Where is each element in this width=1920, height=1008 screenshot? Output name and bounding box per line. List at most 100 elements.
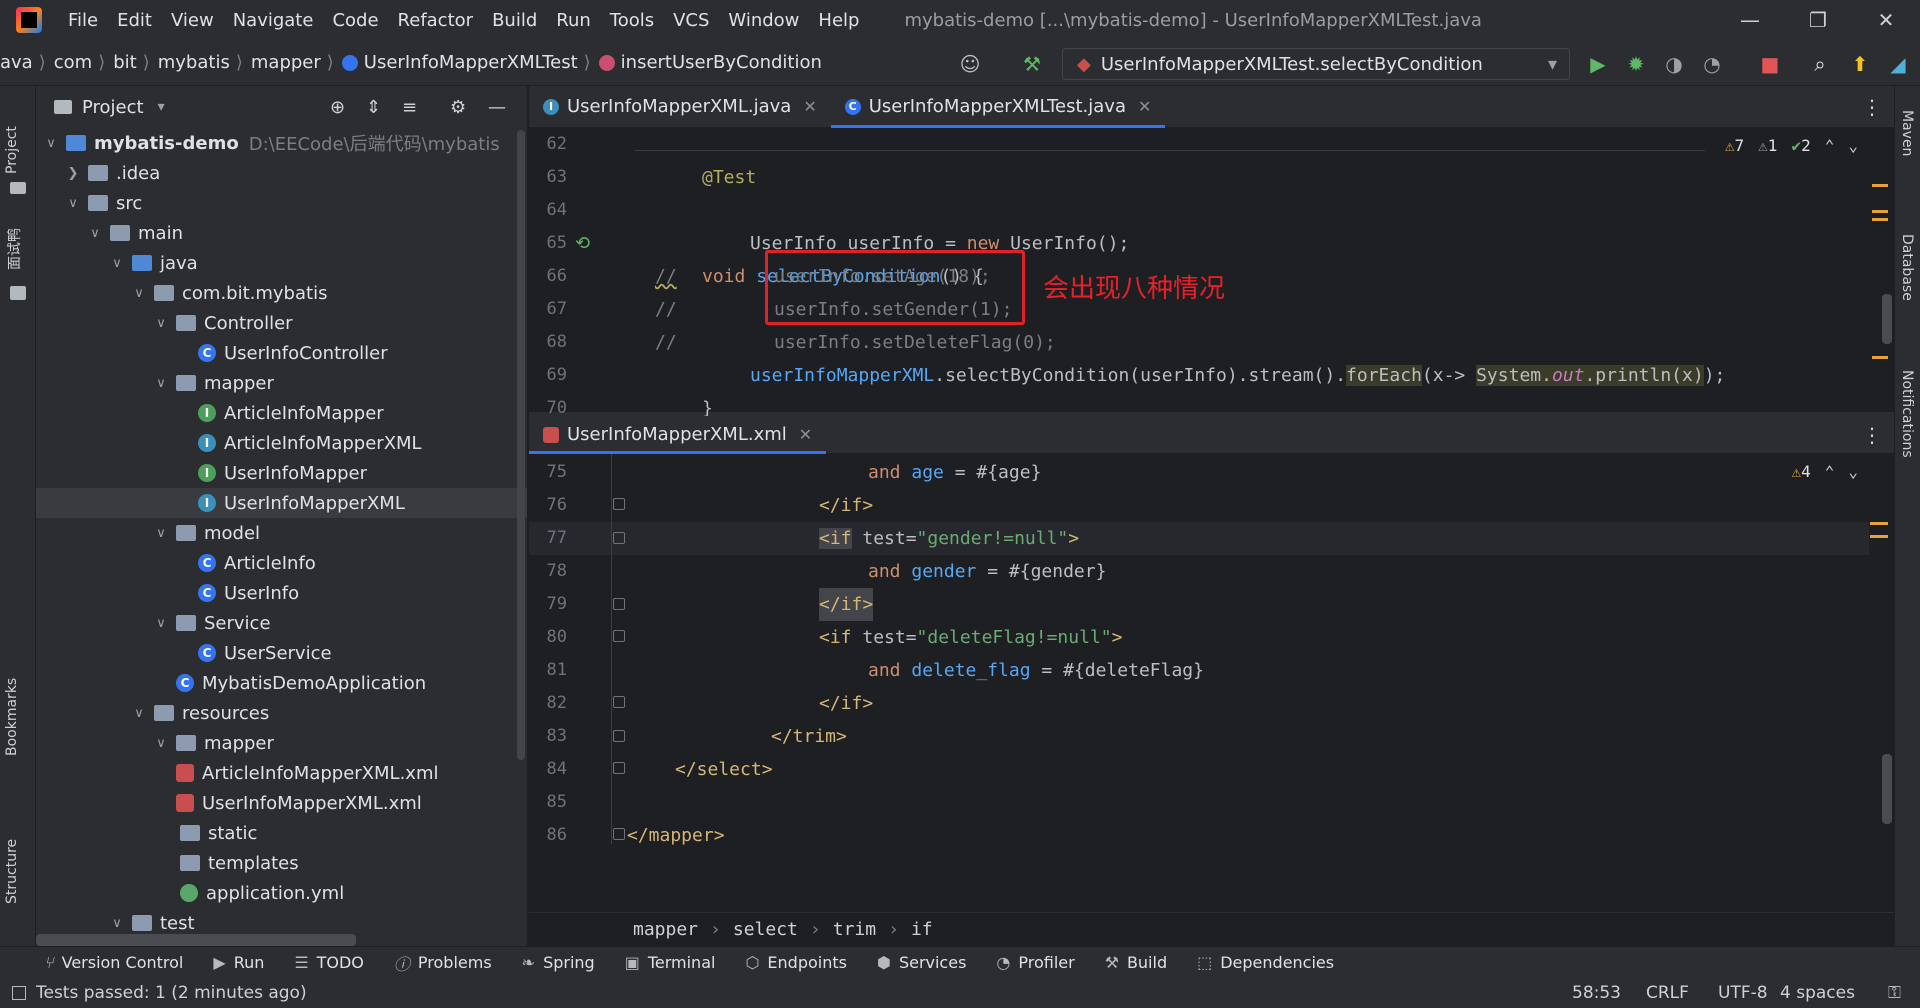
editor-scrollbar[interactable] [1882, 294, 1892, 344]
tree-item[interactable]: ∨ java [36, 248, 527, 278]
chevron-down-icon[interactable]: ∨ [64, 196, 82, 211]
chevron-down-icon[interactable]: ∨ [152, 316, 170, 331]
menu-vcs[interactable]: VCS [673, 10, 709, 31]
status-message[interactable]: Tests passed: 1 (2 minutes ago) [36, 983, 307, 1003]
chevron-down-icon[interactable]: ∨ [152, 736, 170, 751]
fold-icon[interactable] [613, 630, 625, 642]
tree-item[interactable]: static [36, 818, 527, 848]
menu-navigate[interactable]: Navigate [233, 10, 314, 31]
database-tool-tab[interactable]: Database [1899, 234, 1915, 301]
tree-item[interactable]: ❯ .idea [36, 158, 527, 188]
close-icon[interactable]: ✕ [799, 425, 812, 444]
chevron-down-icon[interactable]: ▾ [158, 99, 165, 115]
tree-item[interactable]: I ArticleInfoMapper [36, 398, 527, 428]
tree-item[interactable]: ∨ mapper [36, 728, 527, 758]
chevron-down-icon[interactable]: ∨ [86, 226, 104, 241]
fold-icon[interactable] [613, 498, 625, 510]
run-icon[interactable]: ▶ [1584, 50, 1612, 78]
chevron-down-icon[interactable]: ∨ [42, 136, 60, 151]
stop-icon[interactable]: ■ [1756, 50, 1784, 78]
file-encoding[interactable]: UTF-8 [1718, 983, 1768, 1003]
breadcrumb-item[interactable]: trim [833, 919, 876, 940]
fold-icon[interactable] [613, 762, 625, 774]
tree-item[interactable]: UserInfoMapperXML.xml [36, 788, 527, 818]
chevron-down-icon[interactable]: ∨ [130, 706, 148, 721]
tool-spring[interactable]: ❧ Spring [522, 953, 595, 972]
tab-userinfomapperxml-xml[interactable]: UserInfoMapperXML.xml ✕ [529, 416, 827, 454]
horizontal-scrollbar[interactable] [36, 934, 356, 946]
menu-file[interactable]: File [68, 10, 98, 31]
tool-endpoints[interactable]: ⬡ Endpoints [745, 953, 847, 972]
collapse-all-icon[interactable]: ≡ [402, 97, 417, 118]
code-editor-xml[interactable]: ⚠4 ⌃ ⌄ 75 and age = #{age} 76 </if> 77 <if … [529, 454, 1894, 900]
fold-icon[interactable] [613, 696, 625, 708]
restore-icon[interactable]: ❐ [1784, 0, 1852, 40]
menu-run[interactable]: Run [556, 10, 591, 31]
maven-tool-tab[interactable]: Maven [1899, 110, 1915, 156]
tool-terminal[interactable]: ▣ Terminal [625, 953, 716, 972]
caret-position[interactable]: 58:53 [1572, 983, 1621, 1003]
tool-problems[interactable]: ⓘ Problems [394, 951, 492, 975]
breadcrumb-item[interactable]: mapper [633, 919, 698, 940]
coverage-icon[interactable]: ◑ [1660, 50, 1688, 78]
update-icon[interactable]: ⬆ [1846, 50, 1874, 78]
line-separator[interactable]: CRLF [1646, 983, 1689, 1003]
tool-todo[interactable]: ☰ TODO [294, 953, 364, 972]
menu-refactor[interactable]: Refactor [398, 10, 474, 31]
build-hammer-icon[interactable]: ⚒ [1018, 50, 1046, 78]
more-options-icon[interactable]: ⋮ [1862, 95, 1882, 119]
vertical-scrollbar[interactable] [517, 130, 525, 760]
menu-code[interactable]: Code [332, 10, 378, 31]
tree-item[interactable]: ArticleInfoMapperXML.xml [36, 758, 527, 788]
menu-tools[interactable]: Tools [610, 10, 654, 31]
tree-item[interactable]: ∨ com.bit.mybatis [36, 278, 527, 308]
chevron-down-icon[interactable]: ∨ [130, 286, 148, 301]
tree-item[interactable]: ∨ Service [36, 608, 527, 638]
chevron-down-icon[interactable]: ∨ [152, 376, 170, 391]
nav-crumb-method[interactable]: insertUserByCondition [621, 52, 822, 73]
menu-view[interactable]: View [171, 10, 214, 31]
tree-item[interactable]: C UserInfoController [36, 338, 527, 368]
project-tool-tab[interactable]: Project [4, 126, 20, 174]
tree-item[interactable]: C UserService [36, 638, 527, 668]
tool-version-control[interactable]: ⑂ Version Control [44, 953, 183, 972]
close-icon[interactable]: ✕ [1852, 0, 1920, 40]
debug-icon[interactable]: ✹ [1622, 50, 1650, 78]
tab-userinfomapperxmltest-java[interactable]: C UserInfoMapperXMLTest.java ✕ [830, 86, 1166, 128]
user-icon[interactable]: ☺ [956, 50, 984, 78]
indent-setting[interactable]: 4 spaces [1780, 983, 1855, 1003]
tree-item[interactable]: ∨ resources [36, 698, 527, 728]
tree-item[interactable]: ∨ Controller [36, 308, 527, 338]
tab-userinfomapperxml-java[interactable]: I UserInfoMapperXML.java ✕ [529, 86, 831, 128]
tree-item[interactable]: C MybatisDemoApplication [36, 668, 527, 698]
nav-crumb[interactable]: com [54, 52, 92, 73]
lock-icon[interactable]: ⚿ [1888, 983, 1901, 1003]
nav-crumb[interactable]: bit [113, 52, 136, 73]
profile-icon[interactable]: ◔ [1698, 50, 1726, 78]
fold-icon[interactable] [613, 532, 625, 544]
expand-all-icon[interactable]: ⇕ [366, 97, 381, 118]
menu-window[interactable]: Window [728, 10, 799, 31]
tree-item-selected[interactable]: I UserInfoMapperXML [36, 488, 527, 518]
jetbrains-icon[interactable]: ◢ [1884, 50, 1912, 78]
gear-icon[interactable]: ⚙ [450, 97, 466, 118]
toggle-tool-windows-icon[interactable] [12, 986, 26, 1000]
tree-item[interactable]: templates [36, 848, 527, 878]
structure-tool-tab[interactable]: Structure [4, 839, 20, 904]
tool-run[interactable]: ▶ Run [213, 953, 264, 972]
tree-item[interactable]: C UserInfo [36, 578, 527, 608]
chevron-down-icon[interactable]: ∨ [152, 526, 170, 541]
minimize-icon[interactable]: — [1716, 0, 1784, 40]
nav-crumb[interactable]: mybatis [158, 52, 230, 73]
fold-icon[interactable] [613, 828, 625, 840]
plugin-tool-tab[interactable]: 面试鸭 [4, 228, 24, 270]
hide-icon[interactable]: — [488, 97, 506, 118]
tree-item[interactable]: ∨ src [36, 188, 527, 218]
tree-item[interactable]: C ArticleInfo [36, 548, 527, 578]
close-icon[interactable]: ✕ [1138, 97, 1151, 116]
tool-build[interactable]: ⚒ Build [1105, 953, 1167, 972]
tool-services[interactable]: ⬢ Services [877, 953, 966, 972]
nav-crumb[interactable]: ava [0, 52, 33, 73]
menu-help[interactable]: Help [818, 10, 859, 31]
tool-profiler[interactable]: ◔ Profiler [996, 953, 1074, 972]
